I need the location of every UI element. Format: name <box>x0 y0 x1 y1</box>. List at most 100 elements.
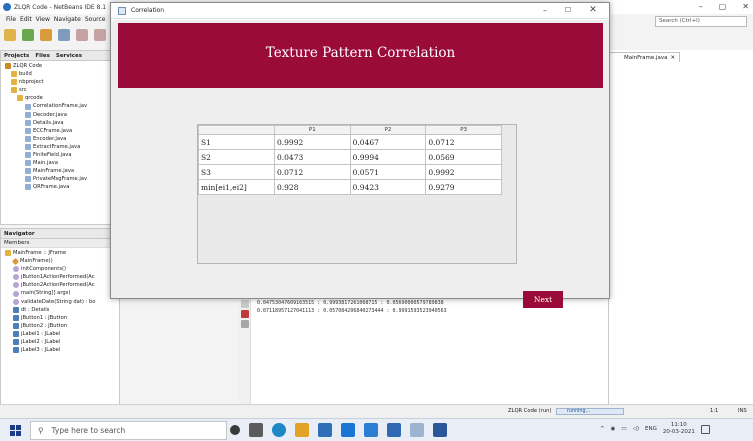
java-app-taskbar-icon[interactable] <box>410 423 424 437</box>
member-item[interactable]: jButton1ActionPerformed(Ac <box>3 273 117 281</box>
battery-icon[interactable]: ▭ <box>621 426 626 432</box>
ide-maximize-button[interactable]: ▢ <box>719 2 727 11</box>
windows-start-icon[interactable] <box>10 425 21 436</box>
correlation-table[interactable]: P1 P2 P3 S1 0.9992 0.0467 0.0712 S2 0.04… <box>198 125 502 195</box>
network-icon[interactable]: ◉ <box>611 426 616 432</box>
show-hidden-icons-icon[interactable]: ^ <box>600 426 605 432</box>
column-header[interactable]: P3 <box>425 125 502 135</box>
tree-item[interactable]: Decoder.java <box>3 111 117 119</box>
task-view-icon[interactable] <box>249 423 263 437</box>
member-item[interactable]: MainFrame :: JFrame <box>3 249 117 257</box>
member-item[interactable]: jLabel2 : JLabel <box>3 338 117 346</box>
navigator-members-header[interactable]: Members <box>1 239 119 248</box>
taskbar-search-input[interactable]: ⚲ Type here to search <box>30 421 227 440</box>
redo-icon[interactable] <box>94 29 106 41</box>
language-indicator[interactable]: ENG <box>645 426 657 432</box>
tree-item[interactable]: MainFrame.java <box>3 167 117 175</box>
tree-item[interactable]: nbproject <box>3 78 117 86</box>
tree-item[interactable]: ExtractFrame.java <box>3 143 117 151</box>
table-cell[interactable]: 0.0569 <box>425 149 502 165</box>
edge-icon[interactable] <box>272 423 286 437</box>
undo-icon[interactable] <box>76 29 88 41</box>
tree-item[interactable]: build <box>3 70 117 78</box>
menu-view[interactable]: View <box>36 16 50 23</box>
member-item[interactable]: MainFrame() <box>3 257 117 265</box>
member-item[interactable]: jLabel3 : JLabel <box>3 346 117 354</box>
dialog-minimize-button[interactable]: – <box>535 4 555 17</box>
table-cell[interactable]: 0.0712 <box>274 164 351 180</box>
tree-item[interactable]: Main.java <box>3 159 117 167</box>
menu-navigate[interactable]: Navigate <box>54 16 81 23</box>
table-cell[interactable]: 0.9992 <box>425 164 502 180</box>
cortana-icon[interactable] <box>230 425 240 435</box>
table-cell[interactable]: 0.928 <box>274 179 351 195</box>
table-cell[interactable]: 0.0467 <box>349 134 427 150</box>
member-item[interactable]: jButton1 : JButton <box>3 314 117 322</box>
tree-item[interactable]: ECCFrame.java <box>3 127 117 135</box>
column-header[interactable] <box>198 125 275 135</box>
tree-item[interactable]: QRFrame.java <box>3 183 117 191</box>
menu-source[interactable]: Source <box>85 16 106 23</box>
member-item[interactable]: jButton2ActionPerformed(Ac <box>3 281 117 289</box>
row-label-cell[interactable]: min[ei1,ei2] <box>198 179 275 195</box>
correlation-table-scrollpane[interactable]: P1 P2 P3 S1 0.9992 0.0467 0.0712 S2 0.04… <box>197 124 517 264</box>
status-progress[interactable]: running... <box>556 408 624 415</box>
tab-services[interactable]: Services <box>56 53 82 59</box>
ide-minimize-button[interactable]: – <box>699 2 703 11</box>
store-icon[interactable] <box>318 423 332 437</box>
menu-edit[interactable]: Edit <box>20 16 32 23</box>
tab-navigator[interactable]: Navigator <box>4 231 35 237</box>
member-item[interactable]: validateDate(String dat) : bo <box>3 298 117 306</box>
menu-file[interactable]: File <box>6 16 16 23</box>
table-cell[interactable]: 0.9279 <box>425 179 502 195</box>
settings-icon[interactable] <box>241 320 249 328</box>
member-item[interactable]: jLabel1 : JLabel <box>3 330 117 338</box>
tab-projects[interactable]: Projects <box>4 53 29 59</box>
column-header[interactable]: P1 <box>274 125 351 135</box>
ide-search-input[interactable]: Search (Ctrl+I) <box>655 16 747 27</box>
save-all-icon[interactable] <box>58 29 70 41</box>
tree-item[interactable]: PrivateMsgFrame.jav <box>3 175 117 183</box>
tab-mainframe-java[interactable]: MainFrame.java ✕ <box>609 52 681 62</box>
netbeans-taskbar-icon[interactable] <box>387 423 401 437</box>
dialog-maximize-button[interactable]: ☐ <box>558 4 578 17</box>
mail-icon[interactable] <box>341 423 355 437</box>
close-tab-icon[interactable]: ✕ <box>671 55 676 61</box>
volume-icon[interactable]: ◁) <box>633 426 639 432</box>
member-item[interactable]: initComponents() <box>3 265 117 273</box>
table-cell[interactable]: 0.9994 <box>349 149 427 165</box>
file-explorer-icon[interactable] <box>295 423 309 437</box>
clock[interactable]: 11:10 20-03-2021 <box>663 422 695 436</box>
word-icon[interactable] <box>433 423 447 437</box>
rerun-icon[interactable] <box>241 300 249 308</box>
photos-icon[interactable] <box>364 423 378 437</box>
tree-item[interactable]: CorrelationFrame.jav <box>3 102 117 110</box>
row-label-cell[interactable]: S2 <box>198 149 275 165</box>
row-label-cell[interactable]: S1 <box>198 134 275 150</box>
table-cell[interactable]: 0.9423 <box>349 179 427 195</box>
dialog-close-button[interactable]: ✕ <box>583 4 603 17</box>
tree-item[interactable]: FiniteField.java <box>3 151 117 159</box>
new-project-icon[interactable] <box>22 29 34 41</box>
table-cell[interactable]: 0.0571 <box>349 164 427 180</box>
column-header[interactable]: P2 <box>349 125 427 135</box>
tab-files[interactable]: Files <box>35 53 50 59</box>
tree-item[interactable]: src <box>3 86 117 94</box>
member-item[interactable]: main(String[] args) <box>3 289 117 297</box>
member-item[interactable]: dt : Details <box>3 306 117 314</box>
new-file-icon[interactable] <box>4 29 16 41</box>
tree-item[interactable]: ZLQR Code <box>3 62 117 70</box>
row-label-cell[interactable]: S3 <box>198 164 275 180</box>
table-cell[interactable]: 0.9992 <box>274 134 351 150</box>
table-cell[interactable]: 0.0473 <box>274 149 351 165</box>
member-item[interactable]: jButton2 : JButton <box>3 322 117 330</box>
notifications-icon[interactable] <box>700 424 710 434</box>
open-project-icon[interactable] <box>40 29 52 41</box>
stop-icon[interactable] <box>241 310 249 318</box>
tree-item[interactable]: Details.java <box>3 119 117 127</box>
tree-item[interactable]: Encoder.java <box>3 135 117 143</box>
tree-item[interactable]: qrcode <box>3 94 117 102</box>
next-button[interactable]: Next <box>523 291 563 308</box>
table-cell[interactable]: 0.0712 <box>425 134 502 150</box>
ide-close-button[interactable]: ✕ <box>742 2 749 11</box>
